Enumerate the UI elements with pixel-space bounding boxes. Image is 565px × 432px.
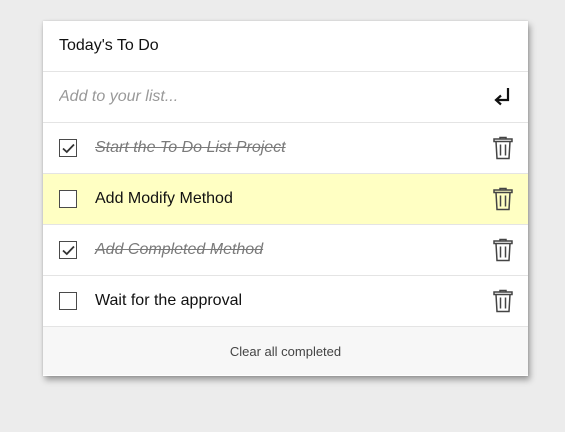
- trash-icon[interactable]: [492, 237, 514, 263]
- item-label: Start the To Do List Project: [95, 139, 286, 156]
- item-checkbox[interactable]: [59, 292, 77, 310]
- item-checkbox[interactable]: [59, 241, 77, 259]
- list-item: Start the To Do List Project: [43, 123, 528, 174]
- enter-return-icon[interactable]: [492, 84, 514, 110]
- item-label: Wait for the approval: [95, 292, 243, 309]
- add-item-row: [43, 72, 528, 123]
- trash-icon[interactable]: [492, 186, 514, 212]
- item-checkbox[interactable]: [59, 139, 77, 157]
- checkmark-icon: [61, 143, 75, 153]
- add-item-input[interactable]: [59, 88, 492, 106]
- list-item: Add Modify Method: [43, 174, 528, 225]
- checkmark-icon: [61, 245, 75, 255]
- todo-card: Today's To Do Start the To Do List Proje…: [43, 21, 528, 376]
- clear-completed-button[interactable]: Clear all completed: [230, 344, 341, 359]
- item-label: Add Modify Method: [95, 190, 233, 207]
- trash-icon[interactable]: [492, 288, 514, 314]
- todo-header: Today's To Do: [43, 21, 528, 72]
- list-item: Wait for the approval: [43, 276, 528, 327]
- list-item: Add Completed Method: [43, 225, 528, 276]
- trash-icon[interactable]: [492, 135, 514, 161]
- item-label: Add Completed Method: [95, 241, 264, 258]
- page-title: Today's To Do: [59, 37, 159, 54]
- todo-footer: Clear all completed: [43, 327, 528, 375]
- item-checkbox[interactable]: [59, 190, 77, 208]
